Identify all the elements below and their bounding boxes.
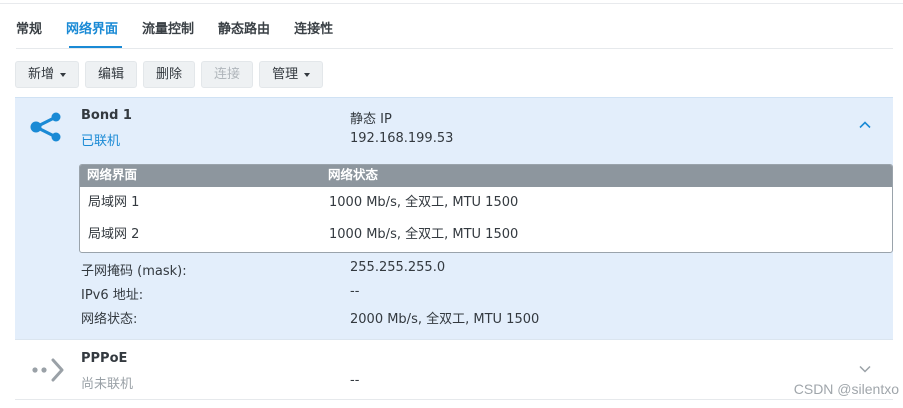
interface-ip-address: 192.168.199.53 bbox=[350, 131, 454, 146]
edit-button-label: 编辑 bbox=[98, 67, 125, 82]
member-interface-table: 网络界面 网络状态 局域网 1 1000 Mb/s, 全双工, MTU 1500… bbox=[79, 164, 893, 253]
ipv6-value: -- bbox=[350, 284, 360, 299]
table-row[interactable]: 局域网 2 1000 Mb/s, 全双工, MTU 1500 bbox=[80, 219, 892, 251]
tab-bar: 常规 网络界面 流量控制 静态路由 连接性 bbox=[16, 20, 357, 48]
edit-button[interactable]: 编辑 bbox=[85, 61, 138, 88]
delete-button[interactable]: 删除 bbox=[143, 61, 196, 88]
pppoe-arrow-icon bbox=[32, 358, 64, 382]
column-header-status: 网络状态 bbox=[328, 167, 379, 182]
tab-general[interactable]: 常规 bbox=[16, 20, 42, 48]
new-button[interactable]: 新增 bbox=[15, 61, 80, 88]
interface-item-bond[interactable]: Bond 1 已联机 静态 IP 192.168.199.53 网络界面 网络状… bbox=[15, 97, 893, 339]
tab-network-interface[interactable]: 网络界面 bbox=[66, 20, 118, 48]
column-header-interface: 网络界面 bbox=[87, 167, 138, 182]
cell-interface: 局域网 2 bbox=[88, 227, 140, 242]
connect-button[interactable]: 连接 bbox=[201, 61, 254, 88]
cell-status: 1000 Mb/s, 全双工, MTU 1500 bbox=[329, 195, 519, 210]
toolbar: 新增 编辑 删除 连接 管理 bbox=[15, 61, 324, 88]
tab-static-route[interactable]: 静态路由 bbox=[218, 20, 270, 48]
interface-ip-mode: 静态 IP bbox=[350, 112, 392, 127]
interface-name: PPPoE bbox=[81, 351, 128, 366]
connect-button-label: 连接 bbox=[214, 67, 241, 82]
manage-button[interactable]: 管理 bbox=[259, 61, 324, 88]
table-header: 网络界面 网络状态 bbox=[80, 165, 892, 187]
tab-connectivity[interactable]: 连接性 bbox=[294, 20, 333, 48]
cell-status: 1000 Mb/s, 全双工, MTU 1500 bbox=[329, 227, 519, 242]
manage-button-label: 管理 bbox=[272, 67, 299, 82]
tab-traffic-control[interactable]: 流量控制 bbox=[142, 20, 194, 48]
interface-status: 尚未联机 bbox=[81, 377, 134, 392]
chevron-down-icon[interactable] bbox=[858, 364, 872, 374]
share-network-icon bbox=[30, 112, 61, 142]
top-border bbox=[0, 3, 903, 4]
tabs-divider bbox=[16, 48, 893, 49]
interface-name: Bond 1 bbox=[81, 108, 132, 123]
interface-ip-address: -- bbox=[350, 373, 360, 388]
cell-interface: 局域网 1 bbox=[88, 195, 140, 210]
chevron-down-icon bbox=[60, 72, 67, 77]
ipv6-label: IPv6 地址: bbox=[81, 288, 144, 303]
subnet-mask-value: 255.255.255.0 bbox=[350, 260, 446, 275]
interface-status: 已联机 bbox=[81, 134, 121, 149]
subnet-mask-label: 子网掩码 (mask): bbox=[81, 264, 187, 279]
divider bbox=[15, 399, 893, 400]
delete-button-label: 删除 bbox=[156, 67, 183, 82]
new-button-label: 新增 bbox=[28, 67, 55, 82]
watermark-text: CSDN @silentxo bbox=[793, 381, 899, 397]
interface-item-pppoe[interactable]: PPPoE 尚未联机 -- bbox=[15, 340, 893, 400]
network-state-label: 网络状态: bbox=[81, 312, 138, 327]
chevron-down-icon bbox=[304, 72, 311, 77]
table-row[interactable]: 局域网 1 1000 Mb/s, 全双工, MTU 1500 bbox=[80, 187, 892, 219]
network-state-value: 2000 Mb/s, 全双工, MTU 1500 bbox=[350, 312, 540, 327]
chevron-up-icon[interactable] bbox=[858, 120, 872, 130]
